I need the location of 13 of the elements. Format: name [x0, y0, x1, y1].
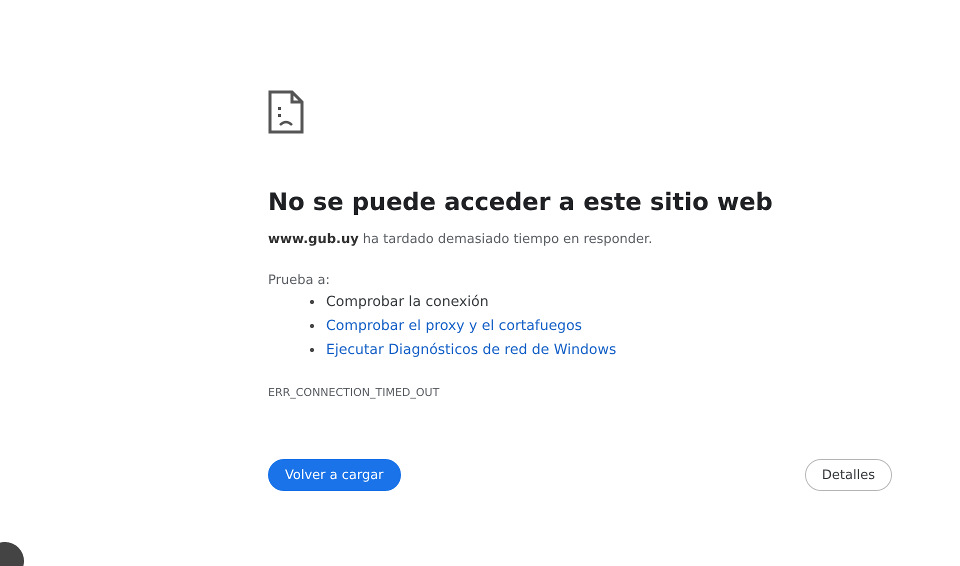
error-code: ERR_CONNECTION_TIMED_OUT	[268, 386, 440, 399]
bullet-icon	[310, 348, 314, 352]
error-heading: No se puede acceder a este sitio web	[268, 188, 774, 216]
suggestion-link[interactable]: Ejecutar Diagnósticos de red de Windows	[326, 342, 616, 358]
suggestion-link[interactable]: Comprobar el proxy y el cortafuegos	[326, 318, 582, 334]
bullet-icon	[310, 324, 314, 328]
reload-button[interactable]: Volver a cargar	[268, 459, 401, 491]
error-message: www.gub.uy ha tardado demasiado tiempo en responder.	[268, 232, 654, 247]
sad-page-icon	[268, 90, 304, 134]
suggestion-text: Comprobar la conexión	[326, 294, 489, 310]
details-button[interactable]: Detalles	[804, 459, 892, 491]
bullet-icon	[310, 300, 314, 304]
suggestions-intro: Prueba a:	[268, 273, 331, 288]
